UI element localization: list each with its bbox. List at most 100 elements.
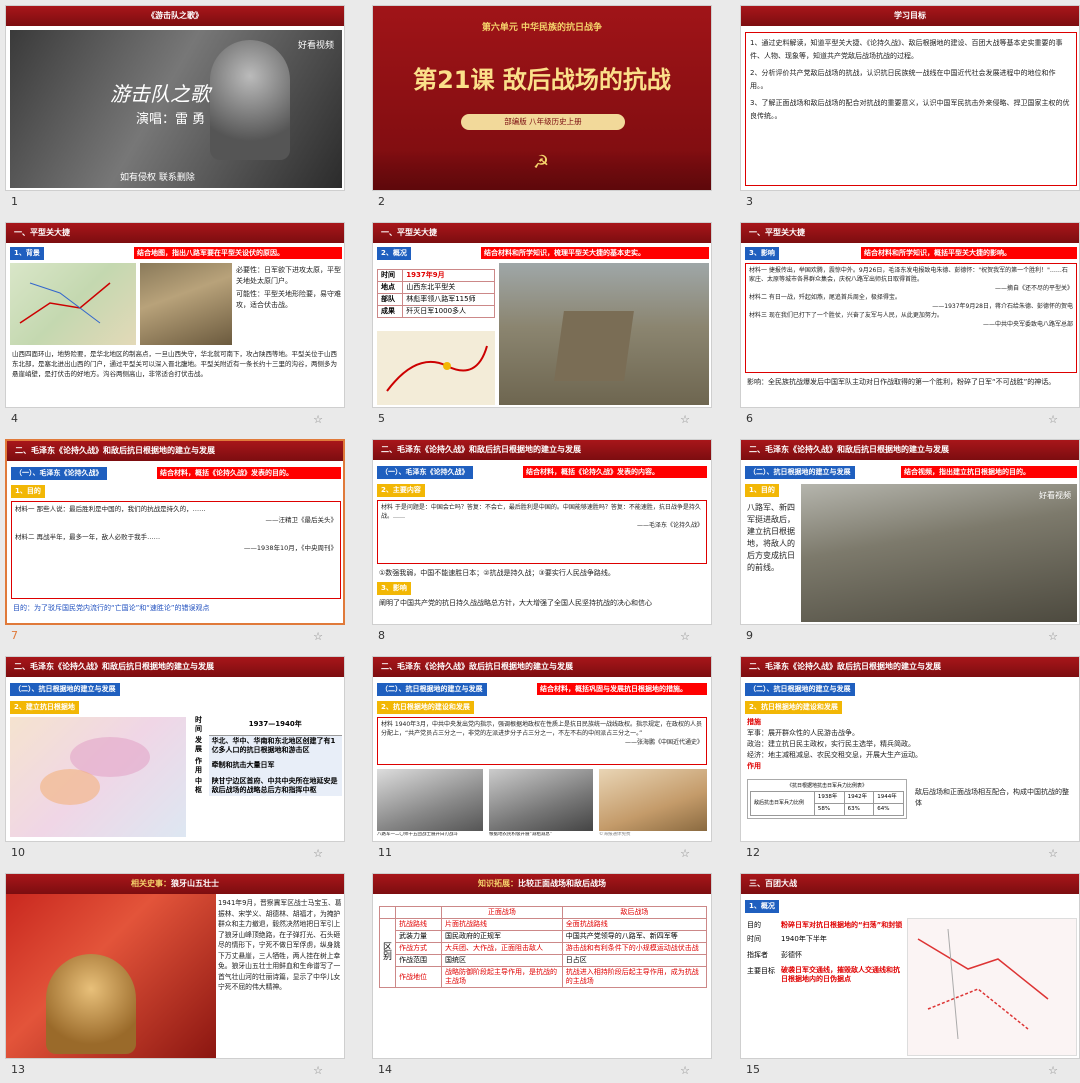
- source-1: ——汪精卫《最后关头》: [265, 516, 338, 524]
- star-icon[interactable]: ☆: [313, 847, 323, 860]
- row-key: 作用: [195, 756, 202, 774]
- slide-thumbnail-2[interactable]: 第六单元 中华民族的抗日战争 第21课 敌后战场的抗战 部编版 八年级历史上册 …: [372, 5, 712, 215]
- section-header: 二、毛泽东《论持久战》敌后抗日根据地的建立与发展: [373, 657, 711, 677]
- battle-map: [377, 331, 495, 405]
- star-icon[interactable]: ☆: [313, 630, 323, 643]
- source-3: ——中共中央军委致电八路军总部: [982, 321, 1073, 328]
- slide-thumbnail-10[interactable]: 二、毛泽东《论持久战》和敌后抗日根据地的建立与发展 （二）、抗日根据地的建立与发…: [5, 656, 345, 866]
- row-value: 华北、华中、华南和东北地区创建了有1亿多人口的抗日根据地和游击区: [208, 735, 342, 756]
- section-tag: （二）、抗日根据地的建立与发展: [377, 683, 487, 696]
- material-3: 材料三 现在我们已打下了一个胜仗，兴奋了友军与人民，从此更加努力。: [749, 312, 943, 319]
- campaign-map: [907, 918, 1077, 1056]
- background-text: 山西四面环山，地势险要，是华北地区的制高点，一旦山西失守，华北就可南下，攻占陕西…: [12, 350, 337, 378]
- star-icon[interactable]: ☆: [313, 413, 323, 426]
- row-key: 发展: [195, 736, 202, 754]
- task-prompt: 结合材料，概括《论持久战》发表的目的。: [157, 467, 341, 479]
- star-icon[interactable]: ☆: [1048, 630, 1058, 643]
- slide-number: 2: [378, 195, 385, 208]
- star-icon[interactable]: ☆: [680, 847, 690, 860]
- effect-text: 阐明了中国共产党的抗日持久战战略总方针，大大增强了全国人民坚持抗战的决心和信心: [379, 599, 652, 607]
- row-key: 指挥者: [747, 951, 768, 959]
- star-icon[interactable]: ☆: [680, 630, 690, 643]
- role-label: 作用: [747, 762, 761, 770]
- section-header: 二、毛泽东《论持久战》敌后抗日根据地的建立与发展: [741, 657, 1079, 677]
- slide-title: 《游击队之歌》: [6, 6, 344, 26]
- slide-number: 12: [746, 846, 760, 859]
- possibility-note: 可能性：平型关地形险要，易守难攻，适合伏击战。: [236, 290, 341, 309]
- frontal-cell: 片面抗战路线: [441, 918, 563, 931]
- task-prompt: 结合材料和所学知识，梳理平型关大捷的基本史实。: [481, 247, 709, 259]
- section-tag: （一）、毛泽东《论持久战》: [377, 466, 473, 479]
- subsection-tag: 1、目的: [11, 485, 45, 498]
- battle-route: [386, 345, 488, 392]
- slide-thumbnail-9[interactable]: 二、毛泽东《论持久战》和敌后抗日根据地的建立与发展 （二）、抗日根据地的建立与发…: [740, 439, 1080, 649]
- row-value: 破袭日军交通线，摧毁敌人交通线和抗日根据地内的日伪据点: [781, 966, 900, 983]
- slide-thumbnail-7[interactable]: 二、毛泽东《论持久战》和敌后抗日根据地的建立与发展 （一）、毛泽东《论持久战》 …: [5, 439, 345, 649]
- subsection-tag: 2、抗日根据地的建设和发展: [745, 701, 842, 714]
- copyright-note: 如有侵权 联系删除: [120, 173, 195, 183]
- slide-thumbnail-8[interactable]: 二、毛泽东《论持久战》和敌后抗日根据地的建立与发展 （一）、毛泽东《论持久战》 …: [372, 439, 712, 649]
- story-text: 1941年9月，晋察冀军区战士马宝玉、葛振林、宋学义、胡德林、胡福才，为掩护群众…: [218, 899, 342, 991]
- material-source: ——毛泽东《论持久战》: [636, 522, 703, 529]
- area-shapes: [40, 737, 150, 805]
- caption-1: 八路军一二〇师十五团战士展开白刃战斗: [377, 832, 458, 837]
- material-1: 材料一 那些人说：最后胜利是中国的，我们的抗战是持久的，……: [15, 505, 206, 513]
- pass-video[interactable]: [499, 263, 709, 405]
- source-1: ——摘自《还不尽的平型关》: [994, 285, 1073, 292]
- slide-thumbnail-5[interactable]: 一、平型关大捷 2、概况 结合材料和所学知识，梳理平型关大捷的基本史实。 时间 1…: [372, 222, 712, 432]
- task-prompt: 结合地图，指出八路军要在平型关设伏的原因。: [134, 247, 342, 259]
- lesson-title: 第21课 敌后战场的抗战: [413, 66, 671, 94]
- row-key: 时间: [195, 716, 202, 733]
- section-tag: （二）、抗日根据地的建立与发展: [745, 466, 855, 479]
- slide-thumbnail-13[interactable]: 相关史事：狼牙山五壮士 1941年9月，晋察冀军区战士马宝玉、葛振林、宋学义、胡…: [5, 873, 345, 1083]
- slide-thumbnail-12[interactable]: 二、毛泽东《论持久战》敌后抗日根据地的建立与发展 （二）、抗日根据地的建立与发展…: [740, 656, 1080, 866]
- video-still[interactable]: 好看视频: [801, 484, 1077, 622]
- slide-number: 10: [11, 846, 25, 859]
- section-tag: 1、概况: [745, 900, 779, 913]
- row-key: 武装力量: [395, 930, 443, 943]
- slide-thumbnail-15[interactable]: 三、百团大战 1、概况 目的 粉碎日军对抗日根据地的“扫荡”和封锁 时间 1940年…: [740, 873, 1080, 1083]
- star-icon[interactable]: ☆: [680, 413, 690, 426]
- star-icon[interactable]: ☆: [1048, 413, 1058, 426]
- slide-thumbnail-1[interactable]: 《游击队之歌》 好看视频 游击队之歌 演唱：雷 勇 如有侵权 联系删除 1: [5, 5, 345, 215]
- row-key: 作战方式: [395, 942, 443, 955]
- video-title: 游击队之歌: [110, 82, 210, 106]
- summary-text: 敌后战场和正面战场相互配合，构成中国抗战的整体: [915, 788, 1069, 807]
- task-prompt: 结合材料，概括《论持久战》发表的内容。: [523, 466, 707, 478]
- goal-1: 1、通过史料解读，知道平型关大捷、《论持久战》、敌后根据地的建设、百团大战等基本…: [750, 39, 1063, 60]
- task-prompt: 结合视频，指出建立抗日根据地的目的。: [901, 466, 1077, 478]
- slide-number: 11: [378, 846, 392, 859]
- slide-number: 1: [11, 195, 18, 208]
- row-key: 主要目标: [747, 967, 775, 975]
- video-still[interactable]: 好看视频 游击队之歌 演唱：雷 勇 如有侵权 联系删除: [10, 30, 342, 188]
- material-1: 材料一 捷报传出，举国欢腾，震惊中外。9月26日，毛泽东发电报致电朱德、彭德怀：…: [749, 267, 1068, 283]
- ratio-table-title: 《抗日根据地抗击日军兵力比例表》: [786, 783, 867, 789]
- frontal-cell: 大兵团、大作战，正面阻击敌人: [441, 942, 563, 955]
- goal-2: 2、分析评价共产党敌后战场的抗战，认识抗日民族统一战线在中国近代社会发展进程中的…: [750, 69, 1056, 90]
- slide-thumbnail-6[interactable]: 一、平型关大捷 3、影响 结合材料和所学知识，概括平型关大捷的影响。 材料一 捷…: [740, 222, 1080, 432]
- row-value: 1937年9月: [402, 269, 495, 282]
- battle-photo: [377, 769, 483, 831]
- col-header: 敌后战场: [561, 906, 708, 919]
- rear-cell: 游击战和有利条件下的小规模运动战伏击战: [561, 942, 708, 955]
- slide-number: 13: [11, 1063, 25, 1076]
- source-2: ——1938年10月，《中央周刊》: [243, 544, 337, 552]
- subsection-tag: 2、建立抗日根据地: [10, 701, 79, 714]
- star-icon[interactable]: ☆: [1048, 1064, 1058, 1077]
- star-icon[interactable]: ☆: [313, 1064, 323, 1077]
- corner-cell: [395, 906, 443, 919]
- slide-thumbnail-4[interactable]: 一、平型关大捷 1、背景 结合地图，指出八路军要在平型关设伏的原因。 必要性：日…: [5, 222, 345, 432]
- facts-table: 目的 粉碎日军对抗日根据地的“扫荡”和封锁 时间 1940年下半年 指挥者 彭德怀 主…: [747, 918, 905, 986]
- rear-cell: 全面抗战路线: [561, 918, 708, 931]
- base-areas-map: [10, 717, 186, 837]
- row-key: 部队: [376, 293, 404, 306]
- slide-thumbnail-14[interactable]: 知识拓展：比较正面战场和敌后战场 正面战场 敌后战场 区别 抗战路线 片面抗战路线 全面…: [372, 873, 712, 1083]
- star-icon[interactable]: ☆: [1048, 847, 1058, 860]
- material-2: 材料二 有日一战，歼起如燕，尾追首兵周全，极择得宝。: [749, 294, 901, 301]
- star-icon[interactable]: ☆: [680, 1064, 690, 1077]
- rear-cell: 抗战进入相持阶段后起主导作用，成为抗战的主战场: [561, 966, 708, 988]
- material-source: ——张海鹏《中国近代通史》: [624, 739, 703, 746]
- slide-thumbnail-3[interactable]: 学习目标 1、通过史料解读，知道平型关大捷、《论持久战》、敌后根据地的建设、百团…: [740, 5, 1080, 215]
- slide-thumbnail-11[interactable]: 二、毛泽东《论持久战》敌后抗日根据地的建立与发展 （二）、抗日根据地的建立与发展…: [372, 656, 712, 866]
- caption-2: 根据地农民积极开展“减租减息”: [489, 832, 553, 837]
